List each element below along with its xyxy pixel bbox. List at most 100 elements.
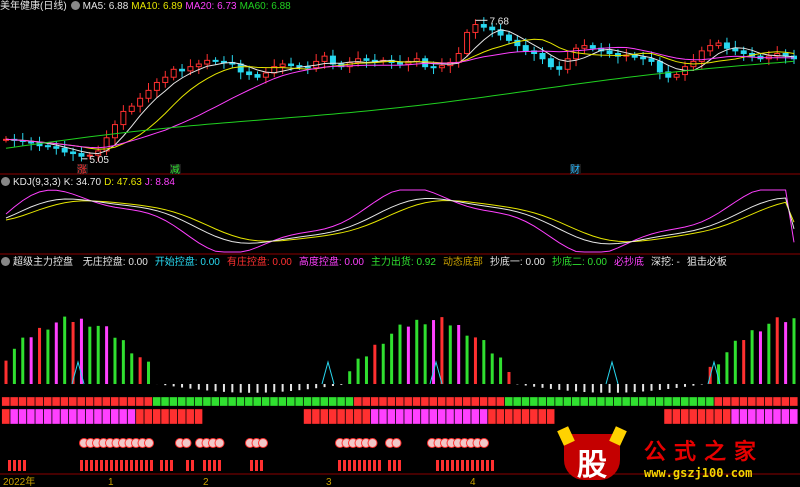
- candle: [61, 147, 68, 153]
- control-strip: [236, 408, 245, 425]
- control-strip: [311, 408, 321, 425]
- control-strip: [554, 408, 564, 425]
- state-strip: [781, 396, 790, 407]
- candle: [53, 146, 60, 149]
- signal-triangle: [429, 360, 443, 385]
- candle: [179, 68, 186, 72]
- signal-bar: [353, 460, 356, 471]
- title: 美年健康(日线): [0, 1, 67, 12]
- candle: [128, 105, 135, 112]
- state-strip: [571, 396, 580, 407]
- control-strip: [722, 408, 731, 425]
- indicator-bar: [758, 331, 762, 384]
- control-strip: [429, 408, 438, 425]
- indicator-item: 狙击必板: [686, 257, 727, 268]
- chart-canvas: 7.68 5.05涨 减 财 2022年 1 2 3 4: [0, 16, 800, 487]
- indicator-bar: [533, 384, 536, 387]
- state-strip: [211, 396, 220, 407]
- control-strip: [638, 408, 647, 425]
- state-strip: [563, 396, 572, 407]
- state-strip: [18, 396, 27, 407]
- control-strip: [127, 408, 136, 425]
- signal-bar: [436, 460, 439, 471]
- control-strip: [496, 408, 505, 425]
- candle: [153, 81, 160, 91]
- state-strip: [772, 396, 782, 407]
- state-strip: [638, 396, 647, 407]
- state-strip: [513, 396, 522, 407]
- control-strip: [77, 408, 86, 425]
- indicator-bar: [147, 361, 151, 384]
- gear-icon[interactable]: [1, 257, 10, 266]
- indicator-item: 无庄控盘: 0.00: [82, 257, 148, 268]
- state-strip: [445, 396, 455, 407]
- indicator-bar: [784, 322, 788, 384]
- signal-bar: [150, 460, 153, 471]
- indicator-bar: [667, 384, 670, 389]
- indicator-bar: [130, 353, 134, 384]
- indicator-item: 高度控盘: 0.00: [298, 257, 364, 268]
- state-strip: [26, 396, 35, 407]
- indicator-bar: [364, 356, 368, 384]
- signal-bar: [115, 460, 118, 471]
- control-strip: [605, 408, 614, 425]
- control-strip: [596, 408, 606, 425]
- signal-bar: [476, 460, 479, 471]
- indicator-bar: [164, 384, 167, 386]
- state-strip: [194, 396, 203, 407]
- main-header: 美年健康(日线) MA5: 6.88 MA10: 6.89 MA20: 6.73 MA6…: [0, 0, 294, 14]
- candle: [78, 153, 85, 157]
- signal-triangle: [321, 360, 335, 385]
- state-strip: [730, 396, 740, 407]
- x-axis-label: 2: [203, 477, 209, 487]
- state-strip: [336, 396, 346, 407]
- gear-icon[interactable]: [1, 177, 10, 186]
- gear-icon[interactable]: [70, 1, 80, 10]
- control-strip: [362, 408, 371, 425]
- state-strip: [93, 396, 103, 407]
- control-strip: [177, 408, 186, 425]
- state-strip: [521, 396, 530, 407]
- control-strip: [730, 408, 740, 425]
- j-line: [5, 189, 795, 253]
- state-strip: [219, 396, 228, 407]
- control-strip: [286, 408, 295, 425]
- signal-dot: [258, 438, 268, 448]
- indicator-bar: [348, 371, 352, 384]
- k-line: [5, 197, 795, 245]
- signal-bar: [343, 460, 346, 471]
- control-strip: [789, 408, 798, 425]
- state-strip: [295, 396, 304, 407]
- signal-bar: [486, 460, 489, 471]
- state-strip: [412, 396, 421, 407]
- kdj-header: KDJ(9,3,3) K: 34.70 D: 47.63 J: 8.84: [0, 176, 178, 190]
- signal-bar: [186, 460, 189, 471]
- control-strip: [10, 408, 19, 425]
- indicator-bar: [315, 384, 318, 389]
- state-strip: [278, 396, 287, 407]
- signal-bar: [85, 460, 88, 471]
- control-strip: [135, 408, 144, 425]
- indicator-bar: [600, 384, 603, 393]
- indicator-bar: [340, 384, 343, 385]
- control-strip: [663, 408, 673, 425]
- signal-bar: [260, 460, 263, 471]
- candle: [715, 42, 722, 47]
- signal-bar: [140, 460, 143, 471]
- control-strip: [764, 408, 773, 425]
- ma5-label: MA5: 6.88: [82, 1, 129, 12]
- candle: [539, 53, 546, 60]
- control-strip: [68, 408, 77, 425]
- state-strip: [680, 396, 689, 407]
- state-strip: [311, 396, 321, 407]
- candle: [120, 110, 127, 126]
- indicator-bar: [457, 324, 461, 384]
- high-label: 7.68: [489, 16, 509, 27]
- chart-window: { "header_main":{"title":"美年健康(日线)","ma5…: [0, 0, 800, 487]
- state-strip: [630, 396, 639, 407]
- control-strip: [412, 408, 421, 425]
- state-strip: [554, 396, 564, 407]
- candle: [547, 58, 554, 68]
- control-strip: [244, 408, 253, 425]
- state-strip: [437, 396, 446, 407]
